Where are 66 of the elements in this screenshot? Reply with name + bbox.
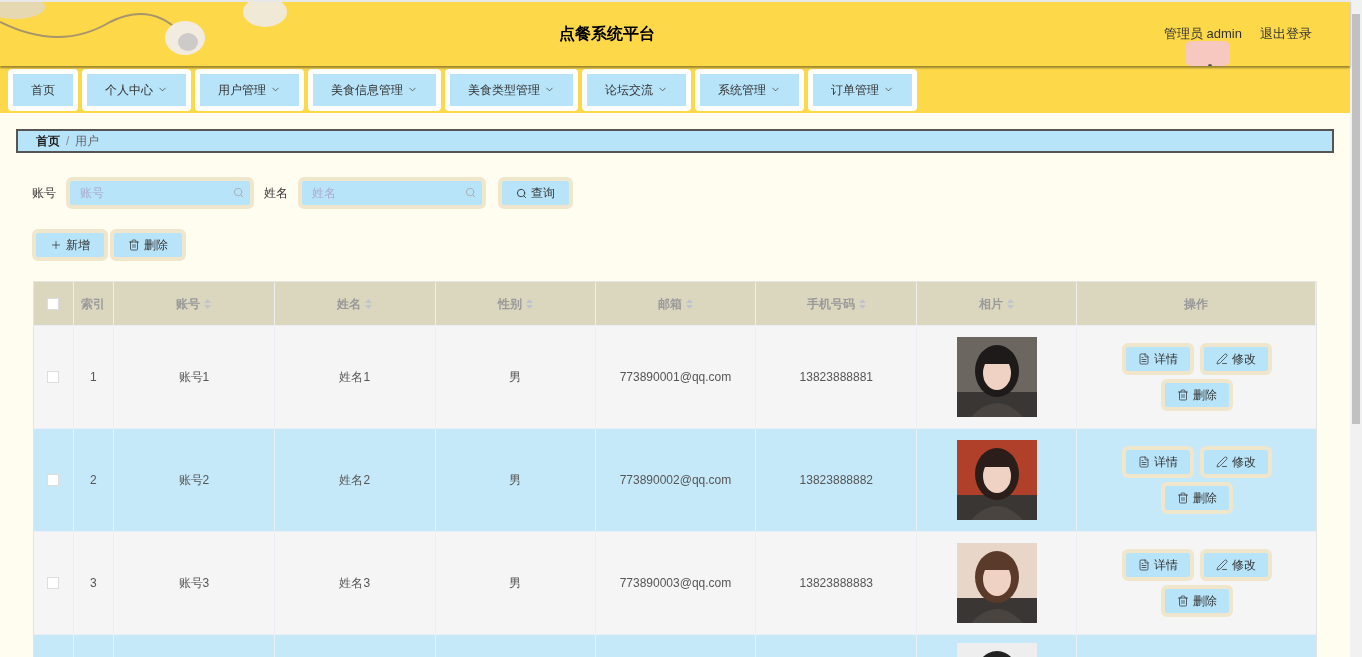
pen-icon — [1215, 456, 1228, 468]
field-label: 账号 — [32, 185, 56, 202]
table-cell-text: 姓名3 — [339, 575, 371, 592]
edit-button[interactable]: 修改 — [1199, 549, 1272, 581]
breadcrumb-item: 用户 — [75, 133, 100, 150]
checkbox[interactable] — [47, 577, 60, 589]
nav-item[interactable]: 系统管理 — [695, 68, 804, 111]
query-button[interactable]: 查询 — [498, 177, 573, 209]
search-icon — [516, 187, 527, 199]
table-cell-text: 13823888882 — [799, 472, 873, 489]
pen-icon — [1215, 353, 1228, 365]
table-cell-text: 账号2 — [178, 472, 210, 489]
details-button[interactable]: 详情 — [1121, 549, 1194, 581]
trash-icon — [1176, 492, 1189, 504]
table-cell-text: 姓名1 — [339, 369, 371, 386]
table-cell-text: 男 — [509, 369, 522, 386]
search-icon — [233, 187, 244, 198]
logout-link[interactable]: 退出登录 — [1260, 24, 1312, 44]
edit-button[interactable]: 修改 — [1199, 446, 1272, 478]
delete-button[interactable]: 删除 — [1160, 482, 1233, 514]
pen-icon — [1215, 559, 1228, 571]
document-icon — [1137, 353, 1150, 365]
breadcrumb-item[interactable]: 首页 — [36, 132, 60, 150]
delete-button[interactable]: 删除 — [110, 229, 186, 261]
nav-item[interactable]: 论坛交流 — [582, 68, 691, 111]
table-cell-text: 姓名2 — [339, 472, 371, 489]
table-cell-text: 账号3 — [178, 575, 210, 592]
nav-item[interactable]: 首页 — [8, 68, 78, 111]
table-cell-text: 773890002@qq.com — [619, 472, 732, 489]
table-cell-text: 账号1 — [178, 369, 210, 386]
delete-button[interactable]: 删除 — [1160, 379, 1233, 411]
trash-icon — [128, 239, 140, 251]
nav-item[interactable]: 美食信息管理 — [308, 68, 441, 111]
details-button[interactable]: 详情 — [1121, 446, 1194, 478]
trash-icon — [1176, 595, 1189, 607]
table-cell-text: 773890003@qq.com — [619, 575, 732, 592]
delete-button[interactable]: 删除 — [1160, 585, 1233, 617]
site-title: 点餐系统平台 — [559, 24, 655, 44]
nav-item[interactable]: 订单管理 — [808, 68, 917, 111]
column-header: 索引 — [81, 295, 106, 313]
table-cell-text: 男 — [509, 575, 522, 592]
checkbox[interactable] — [47, 371, 60, 383]
search-icon — [465, 187, 476, 198]
plus-icon — [50, 239, 62, 251]
checkbox[interactable] — [47, 297, 60, 310]
nav-item[interactable]: 个人中心 — [82, 68, 191, 111]
document-icon — [1137, 559, 1150, 571]
admin-label: 管理员 admin — [1163, 25, 1242, 44]
table-cell-text: 13823888883 — [799, 575, 873, 592]
table-cell-text: 2 — [90, 472, 97, 489]
table-cell-text: 1 — [90, 369, 97, 386]
nav-item[interactable]: 用户管理 — [195, 68, 304, 111]
trash-icon — [1176, 389, 1189, 401]
table-cell-text: 3 — [90, 575, 97, 592]
field-label: 姓名 — [264, 185, 288, 202]
add-button[interactable]: 新增 — [32, 229, 108, 261]
table-cell-text: 773890001@qq.com — [619, 369, 732, 386]
column-header: 操作 — [1184, 295, 1209, 313]
table-cell-text: 男 — [509, 472, 522, 489]
details-button[interactable]: 详情 — [1121, 343, 1194, 375]
nav-item[interactable]: 美食类型管理 — [445, 68, 578, 111]
document-icon — [1137, 456, 1150, 468]
breadcrumb-separator: / — [66, 133, 70, 150]
checkbox[interactable] — [47, 474, 60, 486]
table-cell-text: 13823888881 — [799, 369, 873, 386]
edit-button[interactable]: 修改 — [1199, 343, 1272, 375]
